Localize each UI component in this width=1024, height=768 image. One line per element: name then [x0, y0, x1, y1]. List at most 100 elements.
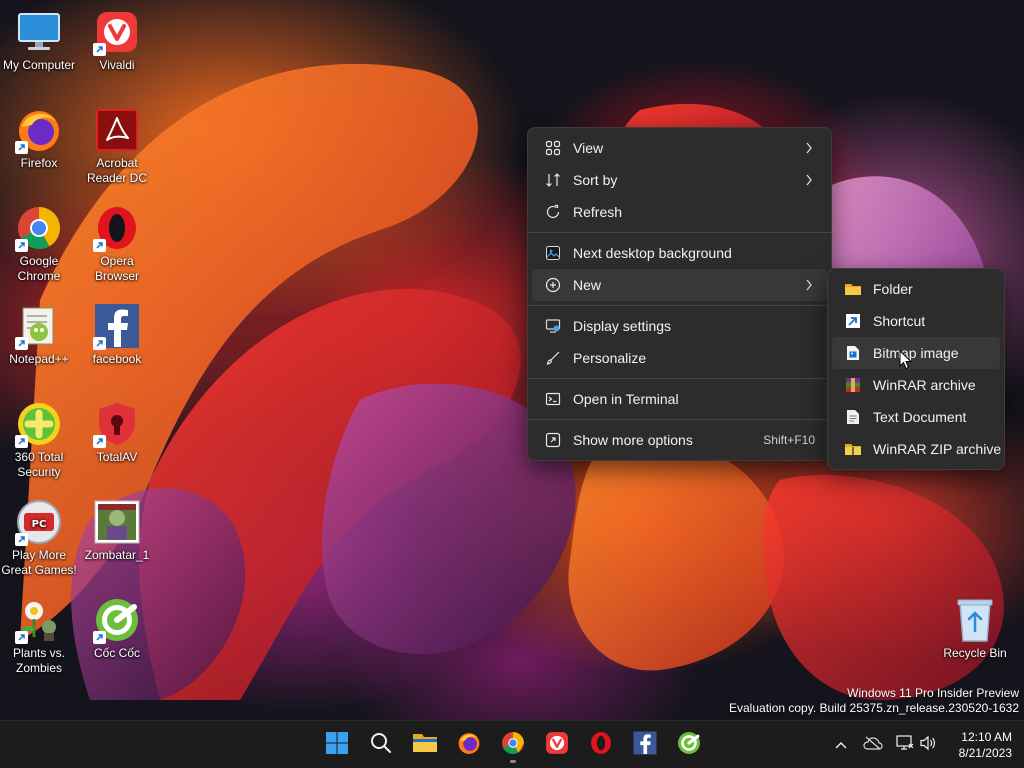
desktop-icon-opera[interactable]: Opera Browser	[78, 204, 156, 284]
cloud-offline-icon	[863, 736, 883, 755]
menu-item-open-in-terminal[interactable]: Open in Terminal	[532, 383, 827, 415]
menu-item-show-more-options[interactable]: Show more options Shift+F10	[532, 424, 827, 456]
desktop-icon-zombatar[interactable]: Zombatar_1	[78, 498, 156, 563]
menu-item-display-settings[interactable]: Display settings	[532, 310, 827, 342]
taskbar-facebook[interactable]	[626, 726, 664, 764]
desktop-icon-coc-coc[interactable]: Cốc Cốc	[78, 596, 156, 661]
desktop-icon-play-more-games[interactable]: PC Play More Great Games!	[0, 498, 78, 578]
vivaldi-icon	[545, 731, 569, 760]
file-explorer-icon	[412, 732, 438, 759]
acrobat-icon	[93, 106, 141, 154]
submenu-item-text-document[interactable]: Text Document	[832, 401, 1000, 433]
facebook-icon	[633, 731, 657, 760]
shortcut-overlay-icon	[93, 435, 106, 448]
more-options-icon	[544, 431, 562, 449]
tray-onedrive[interactable]	[861, 733, 885, 757]
menu-item-new[interactable]: New	[532, 269, 827, 301]
new-plus-icon	[544, 276, 562, 294]
vivaldi-icon	[93, 8, 141, 56]
menu-separator	[528, 419, 831, 420]
menu-separator	[528, 305, 831, 306]
shortcut-overlay-icon	[15, 337, 28, 350]
monitor-icon	[15, 8, 63, 56]
firefox-icon	[15, 106, 63, 154]
submenu-item-shortcut[interactable]: Shortcut	[832, 305, 1000, 337]
tray-show-hidden-icons[interactable]	[829, 733, 853, 757]
grid-icon	[544, 139, 562, 157]
windows-evaluation-watermark: Windows 11 Pro Insider Preview Evaluatio…	[729, 686, 1019, 716]
tray-volume[interactable]	[916, 733, 940, 757]
menu-item-personalize[interactable]: Personalize	[532, 342, 827, 374]
taskbar-opera[interactable]	[582, 726, 620, 764]
taskbar-firefox[interactable]	[450, 726, 488, 764]
chrome-icon	[501, 731, 525, 760]
display-icon	[544, 317, 562, 335]
submenu-item-winrar-zip-archive[interactable]: WinRAR ZIP archive	[832, 433, 1001, 465]
desktop-context-menu: View Sort by Refresh Next desktop backgr…	[527, 127, 832, 461]
taskbar-chrome[interactable]	[494, 726, 532, 764]
desktop-icon-firefox[interactable]: Firefox	[0, 106, 78, 171]
chevron-right-icon	[803, 174, 815, 186]
submenu-item-winrar-archive[interactable]: WinRAR archive	[832, 369, 1000, 401]
windows-start-icon	[325, 731, 349, 760]
coc-coc-icon	[677, 731, 701, 760]
menu-item-sort-by[interactable]: Sort by	[532, 164, 827, 196]
shortcut-overlay-icon	[93, 239, 106, 252]
taskbar-file-explorer[interactable]	[406, 726, 444, 764]
shortcut-overlay-icon	[93, 43, 106, 56]
desktop-icon-acrobat-reader[interactable]: Acrobat Reader DC	[78, 106, 156, 186]
desktop-icon-totalav[interactable]: TotalAV	[78, 400, 156, 465]
submenu-item-folder[interactable]: Folder	[832, 273, 1000, 305]
firefox-icon	[457, 731, 481, 760]
desktop-icon-plants-vs-zombies[interactable]: Plants vs. Zombies	[0, 596, 78, 676]
taskbar: 12:10 AM 8/21/2023	[0, 720, 1024, 768]
menu-separator	[528, 378, 831, 379]
desktop-icon-my-computer[interactable]: My Computer	[0, 8, 78, 73]
shortcut-overlay-icon	[15, 435, 28, 448]
winrar-zip-icon	[844, 440, 862, 458]
shortcut-overlay-icon	[15, 631, 28, 644]
clock-date: 8/21/2023	[958, 746, 1012, 760]
taskbar-start-button[interactable]	[318, 726, 356, 764]
desktop-icon-recycle-bin[interactable]: Recycle Bin	[936, 596, 1014, 661]
tray-network[interactable]	[893, 733, 917, 757]
sort-icon	[544, 171, 562, 189]
desktop-icon-vivaldi[interactable]: Vivaldi	[78, 8, 156, 73]
next-background-icon	[544, 244, 562, 262]
refresh-icon	[544, 203, 562, 221]
plants-vs-zombies-icon	[15, 596, 63, 644]
notepad-plus-plus-icon	[15, 302, 63, 350]
chevron-up-icon	[835, 736, 847, 754]
taskbar-clock[interactable]: 12:10 AM 8/21/2023	[959, 729, 1012, 761]
taskbar-coc-coc[interactable]	[670, 726, 708, 764]
image-file-icon	[93, 498, 141, 546]
desktop-icon-360-total-security[interactable]: 360 Total Security	[0, 400, 78, 480]
speaker-icon	[919, 735, 937, 756]
chevron-right-icon	[803, 142, 815, 154]
chevron-right-icon	[803, 279, 815, 291]
svg-text:PC: PC	[32, 519, 47, 530]
desktop-icon-google-chrome[interactable]: Google Chrome	[0, 204, 78, 284]
desktop-icon-facebook[interactable]: facebook	[78, 302, 156, 367]
recycle-bin-icon	[951, 596, 999, 644]
taskbar-vivaldi[interactable]	[538, 726, 576, 764]
shortcut-overlay-icon	[93, 631, 106, 644]
new-submenu: Folder Shortcut Bitmap image WinRAR arch…	[827, 268, 1005, 470]
terminal-icon	[544, 390, 562, 408]
totalav-shield-icon	[93, 400, 141, 448]
search-icon	[370, 732, 392, 759]
menu-item-refresh[interactable]: Refresh	[532, 196, 827, 228]
shortcut-hint: Shift+F10	[763, 433, 815, 447]
facebook-icon	[93, 302, 141, 350]
opera-icon	[589, 731, 613, 760]
desktop-icon-notepad-plus-plus[interactable]: Notepad++	[0, 302, 78, 367]
popcap-icon: PC	[15, 498, 63, 546]
menu-item-next-desktop-background[interactable]: Next desktop background	[532, 237, 827, 269]
shortcut-overlay-icon	[15, 533, 28, 546]
submenu-item-bitmap-image[interactable]: Bitmap image	[832, 337, 1000, 369]
menu-item-view[interactable]: View	[532, 132, 827, 164]
watermark-line-2: Evaluation copy. Build 25375.zn_release.…	[729, 701, 1019, 715]
360-security-icon	[15, 400, 63, 448]
winrar-icon	[844, 376, 862, 394]
taskbar-search-button[interactable]	[362, 726, 400, 764]
